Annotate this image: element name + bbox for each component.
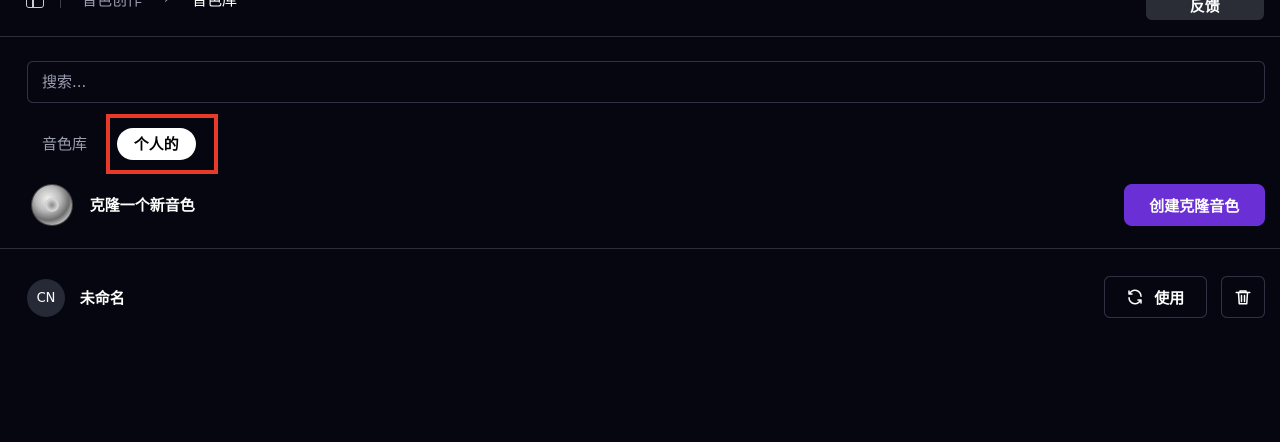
use-voice-label: 使用 [1154,288,1185,307]
breadcrumb-voice-library: 音色库 [192,0,238,9]
clone-voice-label: 克隆一个新音色 [90,196,196,214]
highlight-annotation [106,114,218,174]
section-divider [0,248,1280,249]
voice-name: 未命名 [80,289,126,307]
top-bar: 音色创作 › 音色库 反馈 [0,0,1280,37]
search-input[interactable] [27,61,1265,103]
sidebar-toggle-icon[interactable] [26,0,44,8]
tab-voice-library[interactable]: 音色库 [42,134,87,154]
chevron-right-icon: › [164,0,169,10]
delete-voice-button[interactable] [1221,276,1265,318]
create-clone-voice-button[interactable]: 创建克隆音色 [1124,184,1265,226]
feedback-button[interactable]: 反馈 [1146,0,1264,20]
trash-icon [1235,290,1251,305]
avatar: CN [27,279,65,317]
clone-voice-avatar [32,185,72,225]
use-voice-button[interactable]: 使用 [1104,276,1207,318]
breadcrumb-divider [60,0,61,8]
refresh-icon [1128,289,1143,305]
breadcrumb-voice-creation[interactable]: 音色创作 [82,0,142,10]
